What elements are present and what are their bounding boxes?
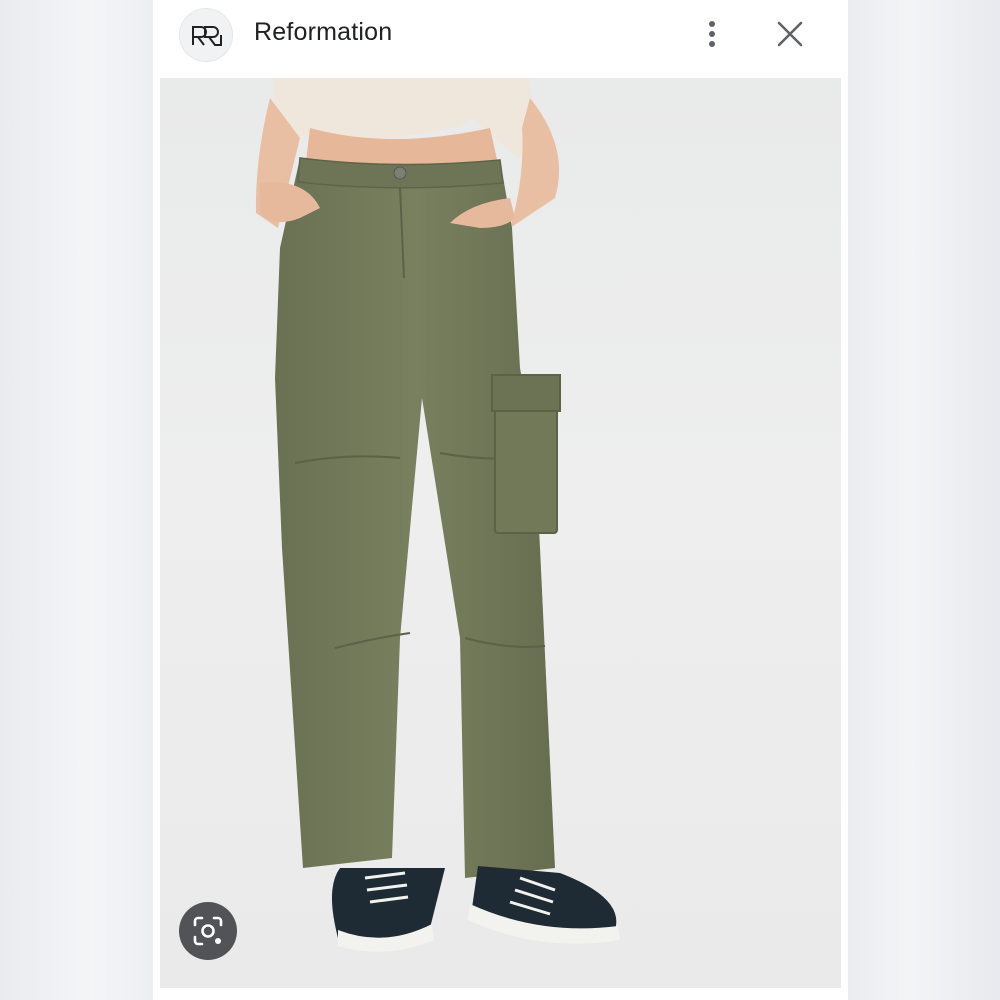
product-image[interactable] — [160, 78, 841, 988]
product-illustration — [255, 78, 620, 952]
background-blur-right — [848, 0, 1000, 1000]
image-viewer-panel: Reformation — [153, 0, 848, 1000]
reformation-logo-icon[interactable] — [179, 8, 233, 62]
viewer-header: Reformation — [153, 0, 848, 78]
background-blur-left — [0, 0, 153, 1000]
lens-search-icon[interactable] — [179, 902, 237, 960]
more-vertical-icon[interactable] — [699, 16, 725, 52]
close-icon[interactable] — [773, 17, 807, 51]
site-name[interactable]: Reformation — [254, 18, 392, 47]
